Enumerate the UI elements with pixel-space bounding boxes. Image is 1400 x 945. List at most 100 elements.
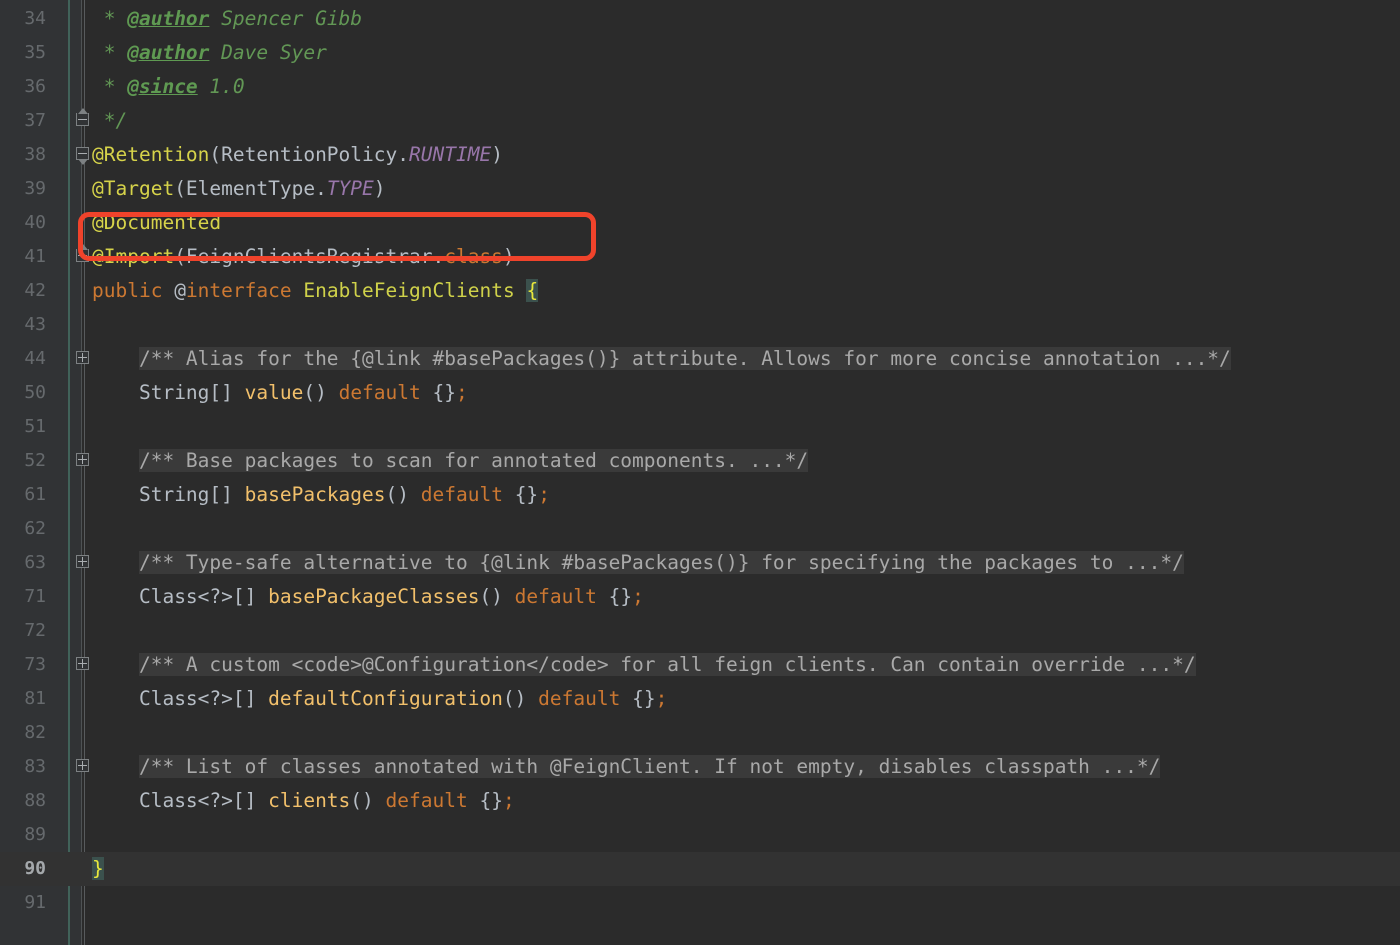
code-token: String[] (138, 381, 245, 404)
code-line[interactable]: 63 /** Type-safe alternative to {@link #… (0, 546, 1400, 580)
line-number[interactable]: 72 (0, 614, 46, 648)
code-line[interactable]: 40 @Documented (0, 206, 1400, 240)
fold-region-end-icon[interactable] (76, 108, 92, 129)
code-token: @Import (92, 245, 175, 268)
fold-region-end-icon[interactable] (76, 244, 92, 265)
code-line[interactable]: 73 /** A custom <code>@Configuration</co… (0, 648, 1400, 682)
fold-expand-icon[interactable] (76, 555, 92, 571)
line-number[interactable]: 38 (0, 138, 46, 172)
line-number[interactable]: 63 (0, 546, 46, 580)
code-line[interactable]: 81 Class<?>[] defaultConfiguration() def… (0, 682, 1400, 716)
line-number[interactable]: 50 (0, 376, 46, 410)
code-line-text[interactable]: @Import(FeignClientsRegistrar.class) (92, 240, 515, 274)
code-line-text[interactable]: } (92, 852, 104, 886)
code-line-text[interactable]: /** List of classes annotated with @Feig… (92, 750, 1161, 784)
code-line[interactable]: 52 /** Base packages to scan for annotat… (0, 444, 1400, 478)
code-line-text[interactable]: String[] basePackages() default {}; (92, 478, 550, 512)
line-number[interactable]: 40 (0, 206, 46, 240)
code-token: {} (620, 687, 656, 710)
line-number[interactable]: 88 (0, 784, 46, 818)
code-line-text[interactable]: public @interface EnableFeignClients { (92, 274, 539, 308)
code-line-text[interactable]: * @author Spencer Gibb (92, 2, 362, 36)
code-line-text[interactable]: @Target(ElementType.TYPE) (92, 172, 386, 206)
line-number[interactable]: 39 (0, 172, 46, 206)
code-line[interactable]: 89 (0, 818, 1400, 852)
line-number[interactable]: 62 (0, 512, 46, 546)
code-token: 1.0 (197, 75, 245, 98)
line-number[interactable]: 37 (0, 104, 46, 138)
line-number[interactable]: 52 (0, 444, 46, 478)
code-line-text[interactable]: /** A custom <code>@Configuration</code>… (92, 648, 1196, 682)
fold-expand-icon[interactable] (76, 657, 92, 673)
code-line[interactable]: 90} (0, 852, 1400, 886)
code-line-text[interactable]: String[] value() default {}; (92, 376, 468, 410)
code-line[interactable]: 62 (0, 512, 1400, 546)
code-line-text[interactable]: Class<?>[] defaultConfiguration() defaul… (92, 682, 667, 716)
line-number[interactable]: 90 (0, 852, 46, 886)
code-line-text[interactable]: Class<?>[] clients() default {}; (92, 784, 515, 818)
code-line[interactable]: 91 (0, 886, 1400, 920)
code-line-text[interactable]: /** Alias for the {@link #basePackages()… (92, 342, 1231, 376)
fold-collapse-icon[interactable] (76, 147, 92, 165)
line-number[interactable]: 34 (0, 2, 46, 36)
code-token: basePackages (244, 483, 386, 506)
code-line-text[interactable]: Class<?>[] basePackageClasses() default … (92, 580, 644, 614)
code-line-text[interactable]: */ (92, 104, 128, 138)
code-line[interactable]: 44 /** Alias for the {@link #basePackage… (0, 342, 1400, 376)
line-number[interactable]: 71 (0, 580, 46, 614)
code-line[interactable]: 43 (0, 308, 1400, 342)
code-line-text[interactable]: * @since 1.0 (92, 70, 245, 104)
code-token: ) (491, 143, 503, 166)
code-line[interactable]: 50 String[] value() default {}; (0, 376, 1400, 410)
line-number[interactable]: 91 (0, 886, 46, 920)
line-number[interactable]: 41 (0, 240, 46, 274)
code-token: public (92, 279, 175, 302)
code-token: () (502, 687, 539, 710)
code-line[interactable]: 42 public @interface EnableFeignClients { (0, 274, 1400, 308)
code-token: class (444, 245, 503, 268)
code-line[interactable]: 37 */ (0, 104, 1400, 138)
line-number[interactable]: 61 (0, 478, 46, 512)
code-line[interactable]: 39 @Target(ElementType.TYPE) (0, 172, 1400, 206)
line-number[interactable]: 73 (0, 648, 46, 682)
line-number[interactable]: 51 (0, 410, 46, 444)
code-line-text[interactable]: * @author Dave Syer (92, 36, 327, 70)
line-number[interactable]: 35 (0, 36, 46, 70)
code-line[interactable]: 36 * @since 1.0 (0, 70, 1400, 104)
code-line-text[interactable]: /** Type-safe alternative to {@link #bas… (92, 546, 1184, 580)
code-line[interactable]: 34 * @author Spencer Gibb (0, 2, 1400, 36)
code-line[interactable]: 35 * @author Dave Syer (0, 36, 1400, 70)
code-line[interactable]: 51 (0, 410, 1400, 444)
code-line[interactable]: 82 (0, 716, 1400, 750)
line-number[interactable]: 83 (0, 750, 46, 784)
fold-expand-icon[interactable] (76, 351, 92, 367)
fold-expand-icon[interactable] (76, 759, 92, 775)
code-token: @Target (92, 177, 175, 200)
line-number[interactable]: 36 (0, 70, 46, 104)
code-line-text[interactable]: @Documented (92, 206, 221, 240)
code-token: ; (456, 381, 468, 404)
code-token: /** Base packages to scan for annotated … (138, 449, 809, 472)
code-line-text[interactable]: /** Base packages to scan for annotated … (92, 444, 809, 478)
line-number[interactable]: 82 (0, 716, 46, 750)
code-line[interactable]: 71 Class<?>[] basePackageClasses() defau… (0, 580, 1400, 614)
code-line-text[interactable]: @Retention(RetentionPolicy.RUNTIME) (92, 138, 503, 172)
code-line[interactable]: 88 Class<?>[] clients() default {}; (0, 784, 1400, 818)
code-line[interactable]: 41 @Import(FeignClientsRegistrar.class) (0, 240, 1400, 274)
line-number[interactable]: 89 (0, 818, 46, 852)
code-line[interactable]: 38 @Retention(RetentionPolicy.RUNTIME) (0, 138, 1400, 172)
code-token: default (538, 687, 621, 710)
line-number[interactable]: 81 (0, 682, 46, 716)
line-number[interactable]: 42 (0, 274, 46, 308)
code-token: /** Type-safe alternative to {@link #bas… (138, 551, 1184, 574)
code-token: ; (632, 585, 644, 608)
code-line[interactable]: 61 String[] basePackages() default {}; (0, 478, 1400, 512)
line-number[interactable]: 43 (0, 308, 46, 342)
fold-expand-icon[interactable] (76, 453, 92, 469)
code-line[interactable]: 72 (0, 614, 1400, 648)
code-token: * (92, 7, 128, 30)
code-editor[interactable]: 34 * @author Spencer Gibb 35 * @author Da… (0, 0, 1400, 945)
code-line[interactable]: 83 /** List of classes annotated with @F… (0, 750, 1400, 784)
line-number[interactable]: 44 (0, 342, 46, 376)
